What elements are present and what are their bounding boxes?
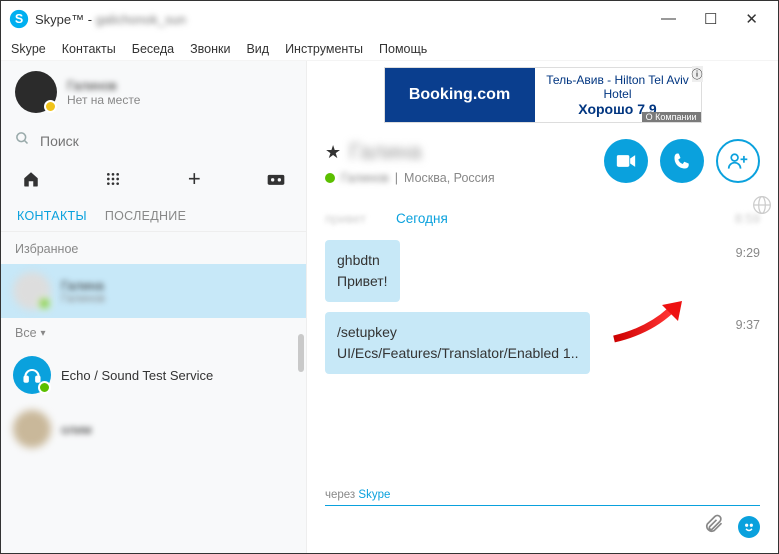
presence-away-icon (44, 100, 57, 113)
emoji-icon[interactable] (738, 516, 760, 538)
message-time: 9:29 (716, 240, 760, 260)
menu-chat[interactable]: Беседа (132, 42, 174, 56)
ad-brand: Booking.com (385, 68, 535, 122)
message-row: ghbdtn Привет! 9:29 (325, 240, 760, 302)
profile-block[interactable]: Галинов Нет на месте (1, 61, 306, 123)
menubar: Skype Контакты Беседа Звонки Вид Инструм… (1, 37, 778, 61)
search-icon (15, 131, 30, 151)
contact-name: олим (61, 422, 92, 437)
favorite-star-icon[interactable]: ★ (325, 142, 341, 163)
menu-skype[interactable]: Skype (11, 42, 46, 56)
chat-footer: через Skype (307, 483, 778, 553)
prev-time-label: 8:59 (735, 211, 760, 226)
message-input[interactable] (325, 512, 704, 541)
main-panel: Booking.com Тель-Авив - Hilton Tel Aviv … (307, 61, 778, 553)
chevron-down-icon: ▾ (41, 328, 46, 339)
search-input[interactable] (40, 133, 292, 149)
add-participant-button[interactable] (716, 139, 760, 183)
menu-calls[interactable]: Звонки (190, 42, 230, 56)
window-title: Skype™ - galichonok_sun (35, 12, 186, 27)
scrollbar-thumb[interactable] (298, 334, 304, 372)
via-label: через Skype (325, 489, 760, 501)
message-time: 9:37 (716, 312, 760, 332)
ad-banner[interactable]: Booking.com Тель-Авив - Hilton Tel Aviv … (384, 67, 702, 123)
tab-recent[interactable]: ПОСЛЕДНИЕ (105, 209, 186, 223)
section-favorites[interactable]: Избранное (1, 231, 306, 264)
menu-contacts[interactable]: Контакты (62, 42, 116, 56)
contact-avatar (13, 410, 51, 448)
attach-icon[interactable] (704, 514, 724, 539)
maximize-button[interactable]: ☐ (704, 10, 717, 28)
skype-logo-icon: S (9, 9, 29, 29)
chat-header: ★ Галина Галинов | Москва, Россия (307, 123, 778, 195)
titlebar: S Skype™ - galichonok_sun — ☐ ✕ (1, 1, 778, 37)
ad-info-icon[interactable]: ⓘ (692, 66, 703, 82)
today-label: Сегодня (396, 211, 448, 226)
tab-contacts[interactable]: КОНТАКТЫ (17, 209, 87, 223)
menu-help[interactable]: Помощь (379, 42, 427, 56)
self-name: Галинов (67, 78, 140, 93)
via-link[interactable]: Skype (358, 489, 390, 501)
dialpad-icon[interactable] (101, 167, 125, 191)
message-row: /setupkey UI/Ecs/Features/Translator/Ena… (325, 312, 760, 374)
add-contact-icon[interactable]: + (182, 167, 206, 191)
presence-online-icon (325, 173, 335, 183)
voice-call-button[interactable] (660, 139, 704, 183)
chat-sub-name: Галинов (341, 171, 389, 185)
bot-icon[interactable] (264, 167, 288, 191)
self-status[interactable]: Нет на месте (67, 93, 140, 107)
contact-name: Echo / Sound Test Service (61, 368, 213, 383)
prev-day-label: привет (325, 211, 366, 226)
svg-text:S: S (15, 12, 23, 26)
ad-about[interactable]: О Компании (642, 112, 701, 122)
sidebar: Галинов Нет на месте + КОНТАКТЫ ПОСЛЕДНИ… (1, 61, 307, 553)
contact-sub: Галинов (61, 293, 105, 305)
self-avatar (15, 71, 57, 113)
minimize-button[interactable]: — (661, 10, 676, 28)
chat-body: привет Сегодня 8:59 ghbdtn Привет! 9:29 … (307, 195, 778, 483)
search-row[interactable] (1, 123, 306, 159)
video-call-button[interactable] (604, 139, 648, 183)
chat-location: Москва, Россия (404, 171, 495, 185)
contact-name: Галина (61, 278, 105, 293)
home-icon[interactable] (19, 167, 43, 191)
contact-echo[interactable]: Echo / Sound Test Service (1, 348, 306, 402)
chat-title: Галина (349, 139, 421, 165)
presence-online-icon (38, 381, 51, 394)
section-all[interactable]: Все ▾ (1, 318, 306, 348)
message-bubble[interactable]: /setupkey UI/Ecs/Features/Translator/Ena… (325, 312, 590, 374)
contact-other[interactable]: олим (1, 402, 306, 456)
menu-tools[interactable]: Инструменты (285, 42, 363, 56)
close-button[interactable]: ✕ (745, 10, 758, 28)
contact-avatar (13, 272, 51, 310)
echo-avatar-icon (13, 356, 51, 394)
presence-online-icon (38, 297, 51, 310)
contact-selected[interactable]: Галина Галинов (1, 264, 306, 318)
menu-view[interactable]: Вид (246, 42, 269, 56)
message-bubble[interactable]: ghbdtn Привет! (325, 240, 400, 302)
